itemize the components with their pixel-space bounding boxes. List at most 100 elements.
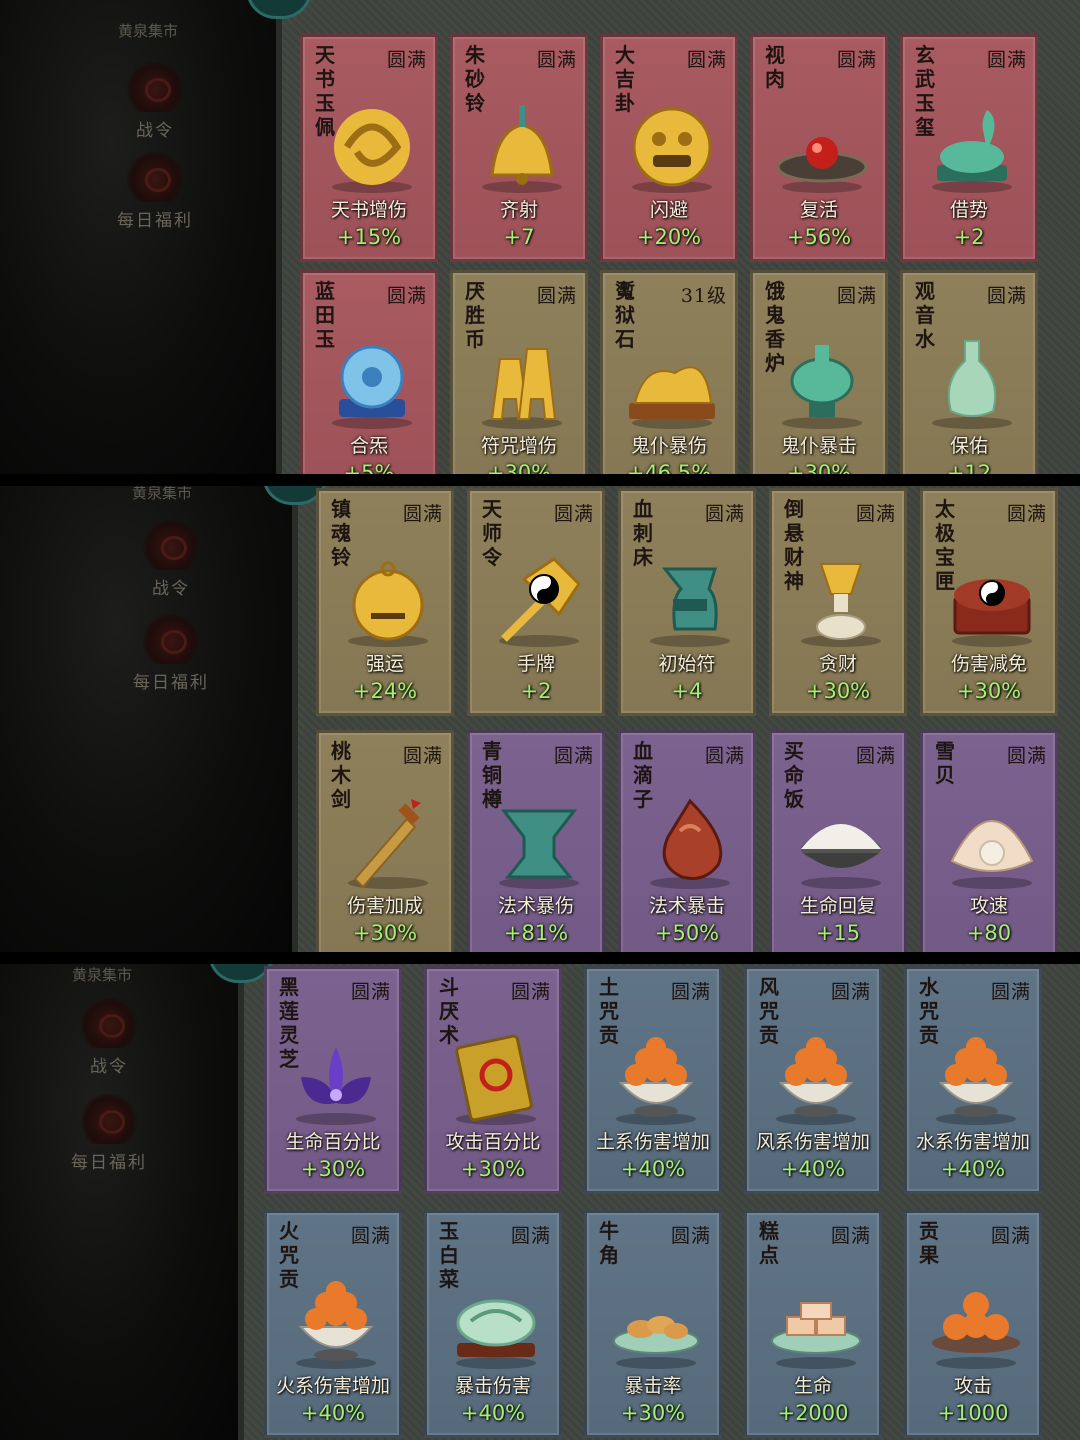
- gold-stone-icon: [617, 331, 727, 431]
- battle-pass-nav-item[interactable]: 战令: [54, 998, 164, 1077]
- rice-bowl-icon: [786, 791, 896, 891]
- item-card[interactable]: 血滴子 圆满 法术暴击 +50%: [618, 730, 756, 952]
- item-bonus-value: +50%: [654, 921, 720, 945]
- item-card[interactable]: 大吉卦 圆满 闪避 +20%: [600, 34, 738, 262]
- item-bonus-value: +5%: [343, 461, 395, 474]
- item-card[interactable]: 观音水 圆满 保佑 +12: [900, 270, 1038, 474]
- item-attribute: 暴击伤害: [454, 1375, 531, 1397]
- item-card[interactable]: 土咒贡 圆满 土系伤害增加 +40%: [584, 966, 722, 1194]
- item-card[interactable]: 桃木剑 圆满 伤害加成 +30%: [316, 730, 454, 952]
- item-card[interactable]: 镇魂铃 圆满 强运 +24%: [316, 488, 454, 716]
- item-card[interactable]: 视肉 圆满 复活 +56%: [750, 34, 888, 262]
- item-card[interactable]: 雪贝 圆满 攻速 +80: [920, 730, 1058, 952]
- fruit-bowl-icon: [761, 1027, 871, 1127]
- peach-sword-icon: [333, 791, 443, 891]
- item-attribute: 符咒增伤: [480, 435, 557, 457]
- talisman-book-icon: [441, 1027, 551, 1127]
- daily-welfare-nav-item[interactable]: 每日福利: [100, 152, 210, 231]
- item-attribute: 天书增伤: [330, 199, 407, 221]
- item-card[interactable]: 厌胜币 圆满 符咒增伤 +30%: [450, 270, 588, 474]
- croissant-plate-icon: [601, 1271, 711, 1371]
- item-card[interactable]: 魙狱石 31级 鬼仆暴伤 +46.5%: [600, 270, 738, 474]
- item-bonus-value: +30%: [956, 679, 1022, 703]
- item-bonus-value: +56%: [786, 225, 852, 249]
- item-bonus-value: +40%: [940, 1157, 1006, 1181]
- screenshot-panel-3: 黄泉集市 战令 每日福利 黑莲灵芝 圆满 生命百分比 +30% 斗厌术 圆满 攻击百分比 +3…: [0, 964, 1080, 1440]
- item-card[interactable]: 火咒贡 圆满 火系伤害增加 +40%: [264, 1210, 402, 1438]
- item-attribute: 闪避: [649, 199, 688, 221]
- inverted-cup-icon: [786, 549, 896, 649]
- item-card[interactable]: 水咒贡 圆满 水系伤害增加 +40%: [904, 966, 1042, 1194]
- screenshot-panel-2: 黄泉集市 战令 每日福利 镇魂铃 圆满 强运 +24% 天师令 圆满 手牌 +2 血刺床 圆满 初始…: [0, 486, 1080, 952]
- item-level: 圆满: [990, 981, 1031, 1003]
- market-nav-label[interactable]: 黄泉集市: [132, 486, 192, 503]
- item-card[interactable]: 牛角 圆满 暴击率 +30%: [584, 1210, 722, 1438]
- battle-pass-label: 战令: [90, 1057, 128, 1077]
- item-card[interactable]: 天书玉佩 圆满 天书增伤 +15%: [300, 34, 438, 262]
- item-card[interactable]: 天师令 圆满 手牌 +2: [467, 488, 605, 716]
- screenshot-panel-1: 黄泉集市 战令 每日福利 天书玉佩 圆满 天书增伤 +15% 朱砂铃 圆满 齐射 +7 大吉卦圆…: [0, 0, 1080, 474]
- item-attribute: 保佑: [949, 435, 988, 457]
- item-card[interactable]: 饿鬼香炉 圆满 鬼仆暴击 +30%: [750, 270, 888, 474]
- taiji-box-icon: [937, 549, 1047, 649]
- item-bonus-value: +12: [946, 461, 992, 474]
- item-attribute: 借势: [949, 199, 988, 221]
- item-bonus-value: +30%: [352, 921, 418, 945]
- battle-pass-nav-item[interactable]: 战令: [100, 62, 210, 141]
- item-bonus-value: +30%: [460, 1157, 526, 1181]
- item-attribute: 鬼仆暴击: [780, 435, 857, 457]
- item-card[interactable]: 贡果 圆满 攻击 +1000: [904, 1210, 1042, 1438]
- item-level: 圆满: [536, 285, 577, 307]
- item-level: 圆满: [350, 981, 391, 1003]
- item-card[interactable]: 风咒贡 圆满 风系伤害增加 +40%: [744, 966, 882, 1194]
- item-attribute: 手牌: [516, 653, 555, 675]
- item-bonus-value: +30%: [620, 1401, 686, 1425]
- item-level: 圆满: [704, 503, 745, 525]
- fruit-bowl-icon: [601, 1027, 711, 1127]
- item-level: 圆满: [704, 745, 745, 767]
- item-level: 圆满: [386, 285, 427, 307]
- item-bonus-value: +2000: [777, 1401, 849, 1425]
- fruit-bowl-icon: [281, 1271, 391, 1371]
- item-card[interactable]: 玉白菜 圆满 暴击伤害 +40%: [424, 1210, 562, 1438]
- cake-plate-icon: [761, 1271, 871, 1371]
- item-bonus-value: +30%: [300, 1157, 366, 1181]
- daily-welfare-label: 每日福利: [117, 211, 193, 231]
- item-bonus-value: +40%: [620, 1157, 686, 1181]
- item-attribute: 攻击: [953, 1375, 992, 1397]
- spade-coins-icon: [467, 331, 577, 431]
- item-card[interactable]: 斗厌术 圆满 攻击百分比 +30%: [424, 966, 562, 1194]
- jade-turtle-seal-icon: [917, 95, 1027, 195]
- item-card[interactable]: 买命饭 圆满 生命回复 +15: [769, 730, 907, 952]
- item-card[interactable]: 朱砂铃 圆满 齐射 +7: [450, 34, 588, 262]
- item-attribute: 合炁: [349, 435, 388, 457]
- battle-pass-nav-item[interactable]: 战令: [116, 520, 226, 599]
- item-bonus-value: +1000: [937, 1401, 1009, 1425]
- item-bonus-value: +46.5%: [626, 461, 712, 474]
- item-bonus-value: +81%: [503, 921, 569, 945]
- daily-welfare-nav-item[interactable]: 每日福利: [116, 614, 226, 693]
- market-nav-label[interactable]: 黄泉集市: [118, 20, 178, 41]
- item-level: 圆满: [986, 49, 1027, 71]
- jade-dragon-pendant-icon: [317, 95, 427, 195]
- item-card[interactable]: 倒悬财神 圆满 贪财 +30%: [769, 488, 907, 716]
- daily-welfare-nav-item[interactable]: 每日福利: [54, 1094, 164, 1173]
- item-card[interactable]: 蓝田玉 圆满 合炁 +5%: [300, 270, 438, 474]
- item-card[interactable]: 黑莲灵芝 圆满 生命百分比 +30%: [264, 966, 402, 1194]
- item-card[interactable]: 糕点 圆满 生命 +2000: [744, 1210, 882, 1438]
- item-bonus-value: +15%: [336, 225, 402, 249]
- item-attribute: 法术暴击: [648, 895, 725, 917]
- market-nav-label[interactable]: 黄泉集市: [72, 964, 132, 985]
- item-card[interactable]: 青铜樽 圆满 法术暴伤 +81%: [467, 730, 605, 952]
- item-card[interactable]: 太极宝匣 圆满 伤害减免 +30%: [920, 488, 1058, 716]
- item-card[interactable]: 玄武玉玺 圆满 借势 +2: [900, 34, 1038, 262]
- item-bonus-value: +7: [503, 225, 535, 249]
- bell-icon: [467, 95, 577, 195]
- item-attribute: 生命回复: [799, 895, 876, 917]
- item-card[interactable]: 血刺床 圆满 初始符 +4: [618, 488, 756, 716]
- item-attribute: 复活: [799, 199, 838, 221]
- taiji-token-icon: [484, 549, 594, 649]
- item-level: 圆满: [402, 503, 443, 525]
- item-attribute: 生命百分比: [285, 1131, 381, 1153]
- item-attribute: 初始符: [658, 653, 716, 675]
